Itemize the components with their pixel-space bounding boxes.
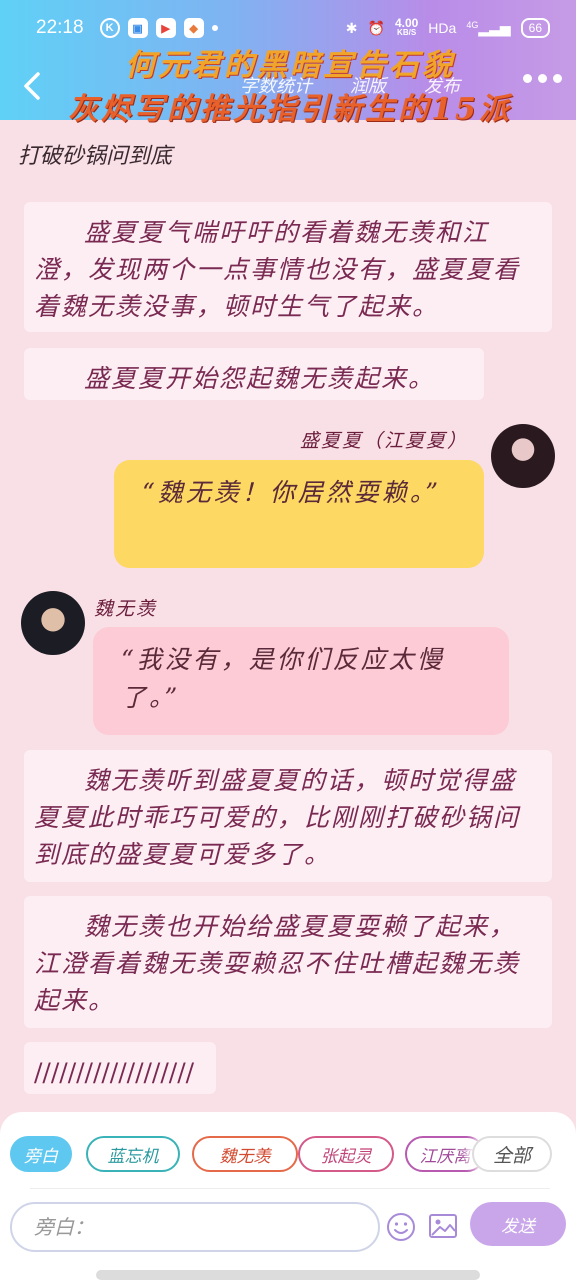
- k-app-icon: K: [99, 18, 120, 38]
- emoji-icon[interactable]: [386, 1212, 416, 1242]
- speaker-name-left: 魏无羡: [94, 598, 158, 620]
- status-notification-icons: K ▣ ▶ ◆: [99, 18, 218, 38]
- narration-text: ///////////////////: [34, 1058, 195, 1087]
- narration-block[interactable]: 魏无羡听到盛夏夏的话，顿时觉得盛夏夏此时乖巧可爱的，比刚刚打破砂锅问到底的盛夏夏…: [24, 750, 552, 882]
- compose-panel: 旁白 蓝忘机 魏无羡 张起灵 江厌离 全部 发送: [0, 1112, 576, 1280]
- narration-block[interactable]: 盛夏夏开始怨起魏无羡起来。: [24, 348, 484, 400]
- input-row: 发送: [10, 1202, 566, 1252]
- avatar-sheng-xiaxia[interactable]: [491, 424, 555, 488]
- header: 22:18 K ▣ ▶ ◆ ✱ ⏰ 4.00 KB/S HDa 4G▂▃▅ 66: [0, 0, 576, 127]
- aside-input[interactable]: [10, 1202, 380, 1252]
- image-icon[interactable]: [428, 1212, 458, 1240]
- all-characters-button[interactable]: 全部: [472, 1136, 552, 1172]
- banner-line-2: 灰烬写的推光指引新生的15派: [68, 92, 512, 127]
- signal-label: 4G: [466, 19, 479, 30]
- camera-app-icon: ▣: [127, 18, 148, 38]
- speaker-name-right: 盛夏夏（江夏夏）: [299, 430, 468, 452]
- system-gesture-bar: [96, 1270, 480, 1280]
- chapter-title: 打破砂锅问到底: [18, 144, 173, 169]
- status-time: 22:18: [36, 17, 84, 38]
- net-speed-unit: KB/S: [397, 28, 417, 37]
- narration-block[interactable]: 魏无羡也开始给盛夏夏耍赖了起来，江澄看着魏无羡耍赖忍不住吐槽起魏无羡起来。: [24, 896, 552, 1028]
- send-button[interactable]: 发送: [470, 1202, 566, 1246]
- alarm-icon: ⏰: [367, 19, 385, 36]
- battery-icon: 66: [520, 18, 550, 38]
- net-speed: 4.00 KB/S: [394, 16, 419, 38]
- dialogue-bubble-left[interactable]: “我没有，是你们反应太慢了。”: [93, 627, 509, 735]
- narration-text: 盛夏夏气喘吁吁的看着魏无羡和江澄，发现两个一点事情也没有，盛夏夏看着魏无羡没事，…: [34, 218, 521, 321]
- narration-text: 魏无羡听到盛夏夏的话，顿时觉得盛夏夏此时乖巧可爱的，比刚刚打破砂锅问到底的盛夏夏…: [34, 766, 521, 869]
- divider: [30, 1188, 550, 1189]
- mute-icon: ✱: [345, 19, 358, 36]
- dialogue-bubble-right[interactable]: “魏无羡！你居然耍赖。”: [114, 460, 484, 568]
- chip-aside[interactable]: 旁白: [10, 1136, 72, 1172]
- game-app-icon: ◆: [183, 18, 204, 38]
- overlay-banner: 何元君的黑暗宣告石貌 灰烬写的推光指引新生的15派: [40, 44, 540, 132]
- chip-zhang-qiling[interactable]: 张起灵: [298, 1136, 394, 1172]
- character-chip-row: 旁白 蓝忘机 魏无羡 张起灵 江厌离 全部: [10, 1136, 566, 1172]
- video-app-icon: ▶: [155, 18, 176, 38]
- banner-line-1: 何元君的黑暗宣告石貌: [125, 48, 455, 83]
- net-speed-value: 4.00: [394, 16, 419, 30]
- avatar-wei-wuxian[interactable]: [21, 591, 85, 655]
- narration-block[interactable]: 盛夏夏气喘吁吁的看着魏无羡和江澄，发现两个一点事情也没有，盛夏夏看着魏无羡没事，…: [24, 202, 552, 332]
- status-right: ✱ ⏰ 4.00 KB/S HDa 4G▂▃▅ 66: [345, 16, 550, 38]
- signal-icon: 4G▂▃▅: [466, 19, 511, 36]
- narration-block[interactable]: ///////////////////: [24, 1042, 216, 1094]
- narration-text: 盛夏夏开始怨起魏无羡起来。: [84, 364, 436, 393]
- narration-text: 魏无羡也开始给盛夏夏耍赖了起来，江澄看着魏无羡耍赖忍不住吐槽起魏无羡起来。: [34, 912, 521, 1015]
- more-notifications-dot: [211, 25, 218, 31]
- chip-wei-wuxian[interactable]: 魏无羡: [192, 1136, 298, 1172]
- hd-label: HDa: [428, 20, 457, 36]
- chip-lan-wangji[interactable]: 蓝忘机: [86, 1136, 180, 1172]
